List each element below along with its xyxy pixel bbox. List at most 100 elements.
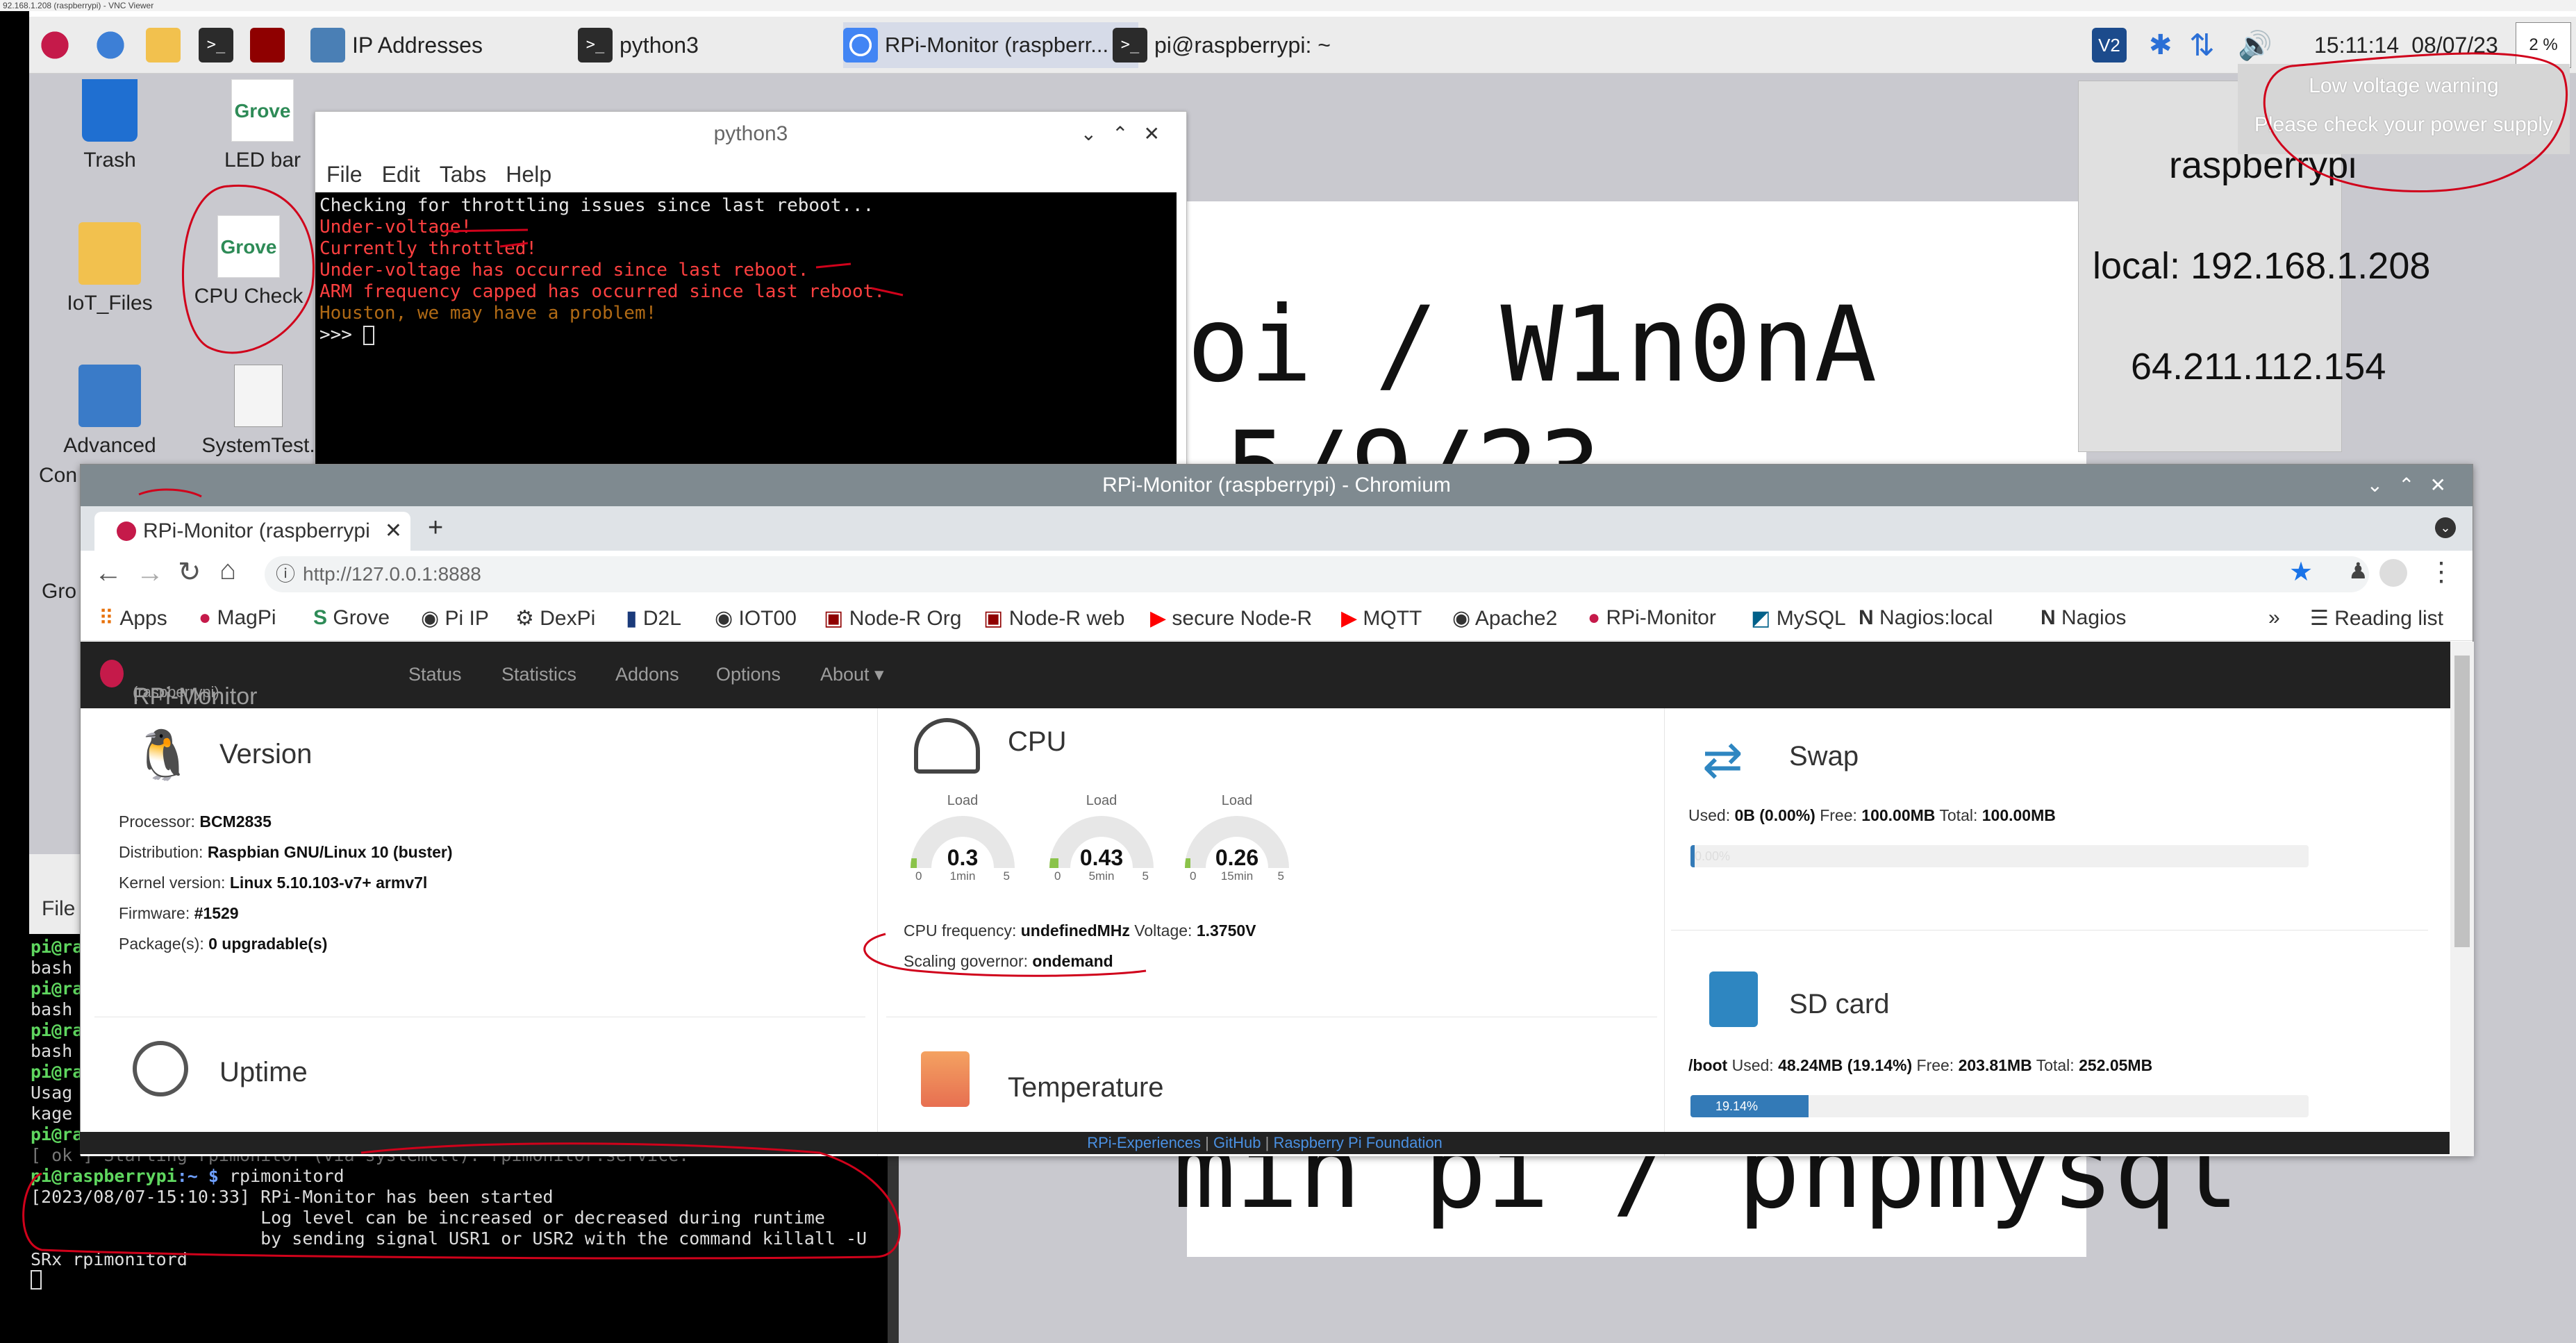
bookmark-node-r-web[interactable]: ▣ Node-R web bbox=[983, 606, 1124, 631]
sdcard-info: /boot Used: 48.24MB (19.14%) Free: 203.8… bbox=[1688, 1050, 2152, 1081]
taskbar-window-chromium[interactable]: RPi-Monitor (raspberr... bbox=[843, 22, 1138, 68]
reload-icon[interactable]: ↻ bbox=[178, 556, 201, 588]
window-controls[interactable]: ⌄⌃✕ bbox=[1081, 112, 1175, 156]
menu-help[interactable]: Help bbox=[506, 162, 551, 187]
python-prompt: >>> bbox=[319, 324, 363, 345]
forward-icon[interactable]: → bbox=[136, 558, 164, 589]
gauge-min: 0 bbox=[1190, 869, 1197, 883]
sdcard-progress-bar: 19.14% bbox=[1690, 1095, 2309, 1117]
tab-search-icon[interactable]: ⌄ bbox=[2435, 517, 2456, 538]
clock[interactable]: 15:11:14 08/07/23 bbox=[2314, 22, 2498, 68]
desktop-icon-systemtest[interactable]: SystemTest. bbox=[189, 365, 328, 458]
bookmark-grove[interactable]: S Grove bbox=[313, 606, 390, 630]
nav-addons[interactable]: Addons bbox=[615, 664, 679, 685]
gauge-value: 0.26 bbox=[1215, 845, 1259, 870]
close-tab-icon[interactable]: ✕ bbox=[385, 512, 402, 551]
gauge-fill bbox=[1049, 858, 1058, 868]
new-tab-button[interactable]: + bbox=[428, 513, 443, 543]
bookmark-mysql[interactable]: ◩ MySQL bbox=[1751, 606, 1846, 631]
raspberry-menu-button[interactable] bbox=[38, 22, 79, 68]
document-icon bbox=[234, 365, 283, 427]
window-controls[interactable]: ⌄⌃✕ bbox=[2367, 465, 2461, 506]
nav-statistics[interactable]: Statistics bbox=[501, 664, 576, 685]
folder-icon bbox=[146, 28, 181, 62]
bookmark-secure-node-r[interactable]: ▶ secure Node-R bbox=[1150, 606, 1312, 631]
bookmark-d2l[interactable]: ▮ D2L bbox=[626, 606, 681, 631]
bookmark-apache2[interactable]: ◉ Apache2 bbox=[1452, 606, 1557, 631]
menu-edit[interactable]: Edit bbox=[382, 162, 420, 187]
footer-link-github[interactable]: GitHub bbox=[1213, 1134, 1261, 1151]
desktop-icon-trash[interactable]: Trash bbox=[40, 79, 179, 172]
raspberry-icon: ● bbox=[1588, 606, 1606, 629]
menu-dots-icon[interactable]: ⋮ bbox=[2428, 556, 2454, 587]
extension-icon[interactable]: ♟ bbox=[2348, 558, 2368, 584]
swap-progress-bar: 0.00% bbox=[1690, 845, 2309, 867]
taskbar-window-ip[interactable]: IP Addresses bbox=[310, 22, 595, 68]
menu-tabs[interactable]: Tabs bbox=[440, 162, 487, 187]
desktop-icon-advanced[interactable]: Advanced bbox=[40, 365, 179, 458]
bookmark-node-r-org[interactable]: ▣ Node-R Org bbox=[824, 606, 961, 631]
menu-file[interactable]: File bbox=[42, 897, 75, 921]
bookmark-label: RPi-Monitor bbox=[1606, 606, 1716, 629]
python3-terminal[interactable]: Checking for throttling issues since las… bbox=[315, 192, 1177, 473]
taskbar-window-python[interactable]: >_ python3 bbox=[578, 22, 856, 68]
terminal-line: Log level can be increased or decreased … bbox=[31, 1208, 825, 1228]
info-icon[interactable]: ⓘ bbox=[276, 556, 295, 592]
url-input[interactable]: ⓘ http://127.0.0.1:8888 bbox=[265, 556, 2369, 592]
bookmark-nagios[interactable]: N Nagios bbox=[2041, 606, 2126, 630]
version-info: Processor: BCM2835 Distribution: Raspbia… bbox=[119, 806, 453, 959]
chromium-window[interactable]: RPi-Monitor (raspberrypi) - Chromium ⌄⌃✕ … bbox=[80, 464, 2474, 1156]
bookmark-star-icon[interactable]: ★ bbox=[2289, 556, 2313, 587]
bookmark-dexpi[interactable]: ⚙ DexPi bbox=[515, 606, 595, 631]
footer-link-rpi-foundation[interactable]: Raspberry Pi Foundation bbox=[1273, 1134, 1442, 1151]
gauge-min: 0 bbox=[1054, 869, 1061, 883]
grove-icon: Grove bbox=[231, 79, 294, 142]
browser-launcher[interactable] bbox=[93, 22, 135, 68]
bookmark-mqtt[interactable]: ▶ MQTT bbox=[1341, 606, 1422, 631]
bookmark-pi-ip[interactable]: ◉ Pi IP bbox=[421, 606, 489, 631]
page-scrollbar[interactable] bbox=[2450, 642, 2474, 1156]
prompt-path: :~ $ bbox=[176, 1166, 229, 1186]
tab-label: RPi-Monitor (raspberrypi bbox=[143, 519, 370, 542]
desktop-icon-iot-files[interactable]: IoT_Files bbox=[40, 222, 179, 315]
reading-list-button[interactable]: ☰ Reading list bbox=[2310, 606, 2443, 631]
bookmarks-overflow[interactable]: » bbox=[2268, 606, 2280, 630]
footer-link-rpi-experiences[interactable]: RPi-Experiences bbox=[1087, 1134, 1201, 1151]
vnc-tray-button[interactable]: V2 bbox=[2092, 22, 2134, 68]
nav-status[interactable]: Status bbox=[408, 664, 462, 685]
profile-icon[interactable] bbox=[2379, 559, 2407, 587]
bookmark-apps[interactable]: ⠿ Apps bbox=[99, 606, 167, 631]
temperature-title: Temperature bbox=[1008, 1072, 1164, 1103]
python3-titlebar[interactable]: python3 ⌄⌃✕ bbox=[315, 112, 1186, 156]
nav-about[interactable]: About ▾ bbox=[820, 664, 884, 685]
bookmark-nagios-local[interactable]: N Nagios:local bbox=[1859, 606, 1993, 630]
node-red-launcher[interactable] bbox=[250, 22, 292, 68]
raspberry-logo-icon bbox=[100, 660, 124, 687]
desktop-icon-led-bar[interactable]: Grove LED bar bbox=[193, 79, 332, 172]
bookmark-magpi[interactable]: ● MagPi bbox=[199, 606, 276, 630]
back-icon[interactable]: ← bbox=[94, 558, 122, 589]
terminal-launcher[interactable]: >_ bbox=[199, 22, 240, 68]
desktop-icon-cpu-check[interactable]: Grove CPU Check bbox=[179, 215, 318, 308]
python3-window[interactable]: python3 ⌄⌃✕ File Edit Tabs Help Checking … bbox=[315, 111, 1187, 473]
nav-options[interactable]: Options bbox=[716, 664, 781, 685]
network-icon[interactable]: ⇅ bbox=[2189, 22, 2215, 68]
gauge-sub: 1min bbox=[949, 869, 976, 883]
home-icon[interactable]: ⌂ bbox=[219, 555, 236, 586]
gauge-max: 5 bbox=[1003, 869, 1010, 883]
bluetooth-icon[interactable]: ✱ bbox=[2149, 22, 2172, 68]
menu-file[interactable]: File bbox=[326, 162, 363, 187]
volume-icon[interactable]: 🔊 bbox=[2238, 22, 2272, 68]
file-manager-launcher[interactable] bbox=[146, 22, 188, 68]
node-red-icon: ▣ bbox=[983, 607, 1009, 630]
chromium-titlebar[interactable]: RPi-Monitor (raspberrypi) - Chromium ⌄⌃✕ bbox=[81, 465, 2473, 506]
bookmark-rpi-monitor[interactable]: ● RPi-Monitor bbox=[1588, 606, 1716, 630]
load-gauge-15min: Load 0.26 0 15min 5 bbox=[1181, 793, 1293, 890]
page-scrollbar-thumb[interactable] bbox=[2454, 656, 2470, 947]
tab-rpi-monitor[interactable]: RPi-Monitor (raspberrypi ✕ bbox=[94, 512, 410, 551]
low-voltage-notification[interactable]: Low voltage warning Please check your po… bbox=[2238, 64, 2570, 154]
sdcard-used: 48.24MB (19.14%) bbox=[1778, 1056, 1913, 1074]
taskbar-window-terminal[interactable]: >_ pi@raspberrypi: ~ bbox=[1113, 22, 1404, 68]
bookmark-iot00[interactable]: ◉ IOT00 bbox=[715, 606, 797, 631]
bookmark-label: Nagios bbox=[2061, 606, 2127, 629]
